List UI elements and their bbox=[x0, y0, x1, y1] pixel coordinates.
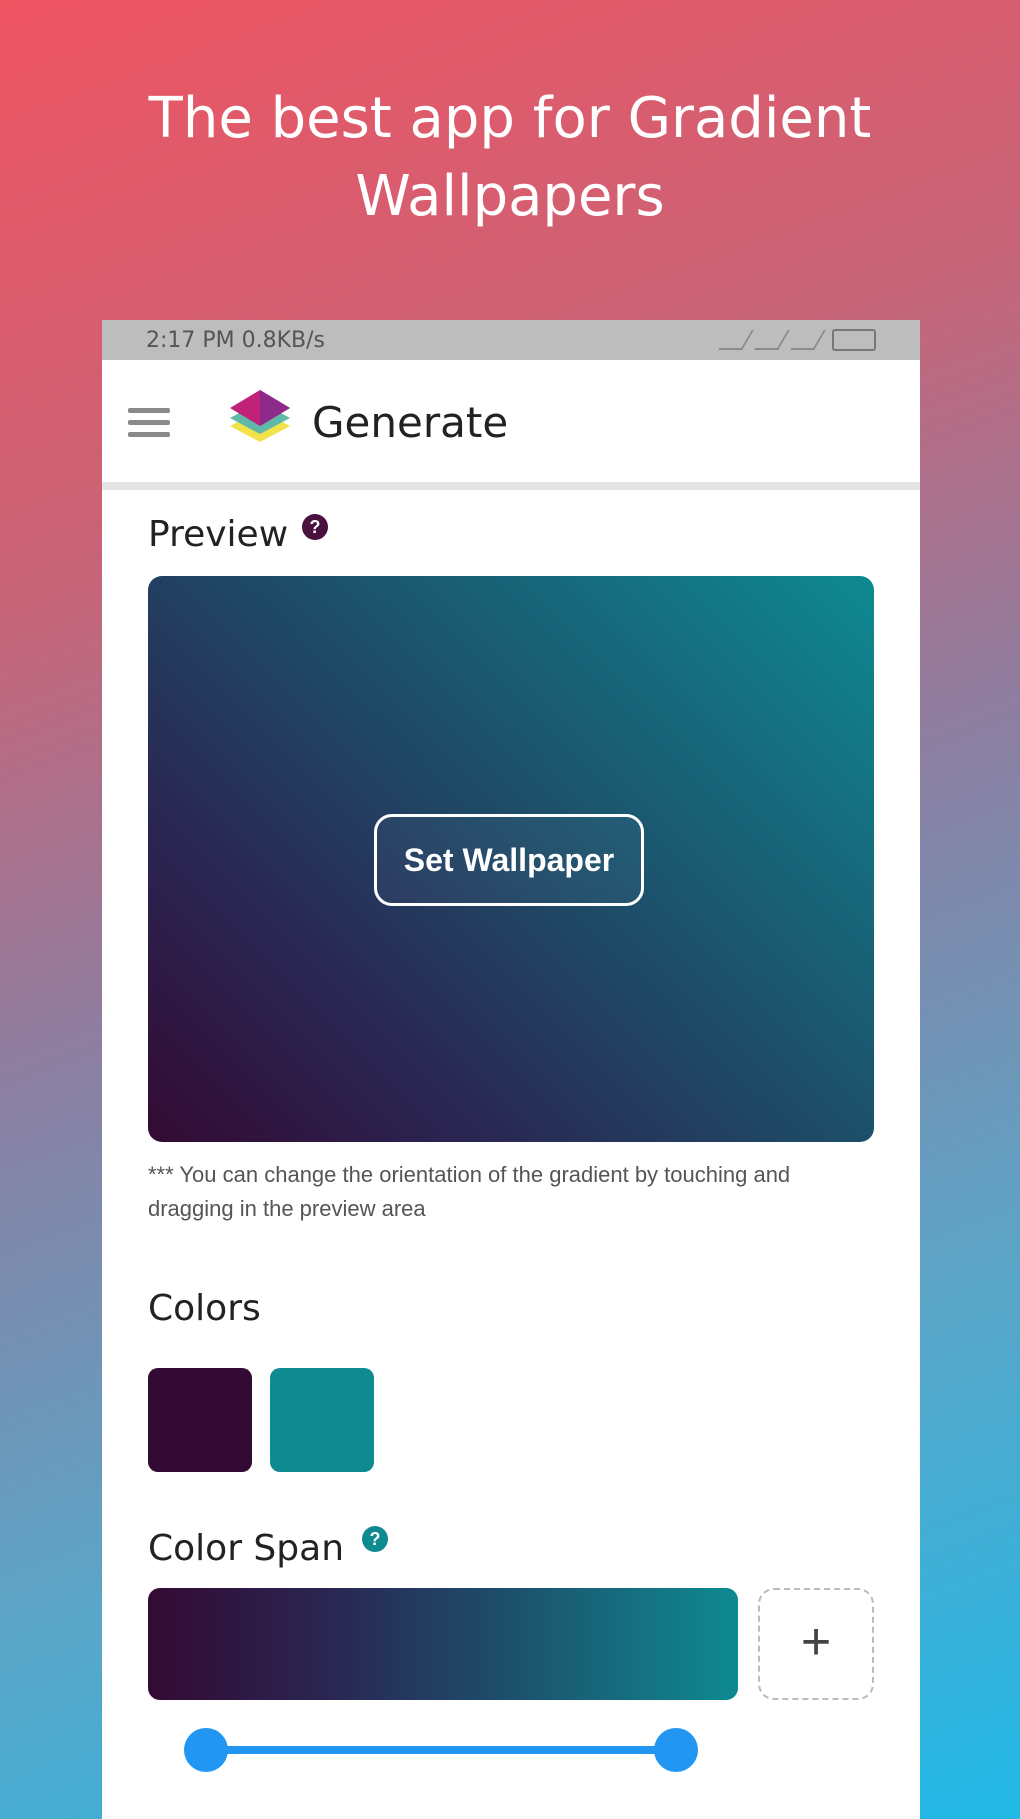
set-wallpaper-button[interactable]: Set Wallpaper bbox=[374, 814, 644, 906]
signal-icon bbox=[718, 330, 754, 350]
wifi-icon bbox=[790, 330, 826, 350]
menu-icon[interactable] bbox=[128, 408, 170, 444]
status-bar: 2:17 PM 0.8KB/s bbox=[102, 320, 920, 360]
add-color-button[interactable]: + bbox=[758, 1588, 874, 1700]
color-swatch-1[interactable] bbox=[148, 1368, 252, 1472]
preview-help-icon[interactable]: ? bbox=[302, 514, 328, 540]
color-span-slider-thumb-end[interactable] bbox=[654, 1728, 698, 1772]
promo-headline: The best app for Gradient Wallpapers bbox=[0, 80, 1020, 236]
color-span-label: Color Span bbox=[148, 1528, 345, 1569]
signal-icon-2 bbox=[754, 330, 790, 350]
status-time: 2:17 PM 0.8KB/s bbox=[146, 327, 326, 353]
gradient-preview[interactable]: Set Wallpaper bbox=[148, 576, 874, 1142]
app-logo-icon bbox=[230, 390, 290, 442]
app-title: Generate bbox=[312, 398, 509, 447]
color-span-slider-track[interactable] bbox=[206, 1746, 676, 1754]
colors-label: Colors bbox=[148, 1288, 261, 1329]
color-span-help-icon[interactable]: ? bbox=[362, 1526, 388, 1552]
phone-screen: 2:17 PM 0.8KB/s Generate Preview ? Set W… bbox=[102, 320, 920, 1819]
color-span-slider-thumb-start[interactable] bbox=[184, 1728, 228, 1772]
app-bar: Generate bbox=[102, 360, 920, 490]
preview-note: *** You can change the orientation of th… bbox=[148, 1162, 791, 1221]
preview-label: Preview bbox=[148, 514, 289, 555]
color-span-bar bbox=[148, 1588, 738, 1700]
promo-headline-line2: Wallpapers bbox=[355, 164, 665, 229]
battery-icon bbox=[832, 329, 876, 351]
promo-headline-line1: The best app for Gradient bbox=[148, 86, 872, 151]
color-swatch-2[interactable] bbox=[270, 1368, 374, 1472]
status-icons bbox=[718, 329, 876, 351]
